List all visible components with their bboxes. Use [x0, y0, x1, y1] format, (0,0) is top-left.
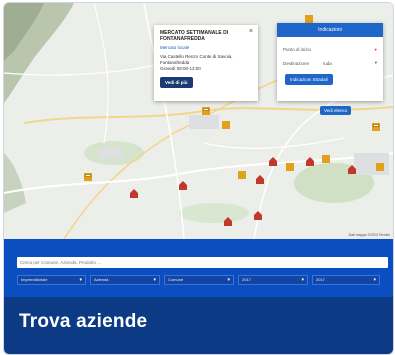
map-footer: Dati mappa ©2023 Termini: [348, 233, 390, 237]
map-marker[interactable]: [286, 163, 294, 171]
panel-header: Indicazioni: [277, 23, 383, 37]
filter-select-year-to[interactable]: 2017 ▾: [312, 275, 380, 285]
destination-value: Iuda: [323, 60, 332, 66]
title-banner[interactable]: Trova aziende: [4, 297, 393, 354]
popup-address: Via Castello Renzo Conte di Savoia, Font…: [160, 54, 233, 65]
map-marker[interactable]: [322, 155, 330, 163]
banner-title: Trova aziende: [19, 311, 148, 332]
popup-title: MERCATO SETTIMANALE DI FONTANAFREDDA: [160, 30, 229, 42]
directions-panel: Indicazioni Punto di inizio ● Destinazio…: [277, 23, 383, 101]
map-marker[interactable]: [130, 189, 138, 198]
filter-select-year-from[interactable]: 2017 ▾: [238, 275, 308, 285]
location-pin-icon: ●: [374, 47, 377, 52]
map-marker[interactable]: [269, 157, 277, 166]
filter-value: 2017: [242, 277, 251, 282]
map-marker[interactable]: [376, 163, 384, 171]
filter-select-category[interactable]: Imprenditoriale ▾: [17, 275, 86, 285]
filter-select-company[interactable]: Azienda ▾: [90, 275, 160, 285]
show-list-button[interactable]: Vedi elenco: [320, 106, 352, 115]
map-marker[interactable]: [224, 217, 232, 226]
chevron-down-icon: ▾: [153, 277, 156, 283]
chevron-down-icon: ▾: [227, 277, 230, 283]
chevron-down-icon: ▾: [373, 277, 376, 283]
map-marker[interactable]: [179, 181, 187, 190]
filter-select-municipality[interactable]: Comune ▾: [164, 275, 234, 285]
chevron-down-icon: ▾: [301, 277, 304, 283]
popup-category-link[interactable]: Mercato locale: [160, 45, 252, 50]
start-label: Punto di inizio: [283, 47, 312, 52]
map-marker[interactable]: [222, 121, 230, 129]
map-marker[interactable]: [256, 175, 264, 184]
map-marker[interactable]: [372, 123, 380, 131]
filter-value: Imprenditoriale: [21, 277, 48, 282]
map[interactable]: × MERCATO SETTIMANALE DI FONTANAFREDDA M…: [4, 3, 393, 239]
map-marker[interactable]: [84, 173, 92, 181]
view-more-button[interactable]: Vedi di più: [160, 77, 193, 88]
chevron-down-icon: ▾: [79, 277, 82, 283]
widget-card: × MERCATO SETTIMANALE DI FONTANAFREDDA M…: [3, 2, 394, 355]
map-marker[interactable]: [202, 107, 210, 115]
filter-value: Azienda: [94, 277, 109, 282]
filter-value: Comune: [168, 277, 184, 282]
map-marker[interactable]: [238, 171, 246, 179]
filter-value: 2017: [316, 277, 325, 282]
map-marker[interactable]: [306, 157, 314, 166]
destination-field[interactable]: Destinazione Iuda ▾: [277, 60, 383, 66]
start-field[interactable]: Punto di inizio ●: [277, 47, 383, 52]
popup-hours: Giovedì 08:00-13:00: [160, 66, 201, 71]
directions-button[interactable]: Indicazioni Stradali: [285, 74, 333, 85]
map-marker[interactable]: [254, 211, 262, 220]
search-input[interactable]: Cerca per Comune, Azienda, Prodotto ...: [17, 257, 388, 268]
destination-label: Destinazione: [283, 60, 310, 66]
chevron-down-icon: ▾: [374, 60, 377, 65]
search-bar: Cerca per Comune, Azienda, Prodotto ... …: [4, 239, 393, 297]
close-icon[interactable]: ×: [249, 28, 253, 35]
map-info-popup: × MERCATO SETTIMANALE DI FONTANAFREDDA M…: [154, 25, 258, 101]
map-marker[interactable]: [348, 165, 356, 174]
map-marker[interactable]: [305, 15, 313, 23]
